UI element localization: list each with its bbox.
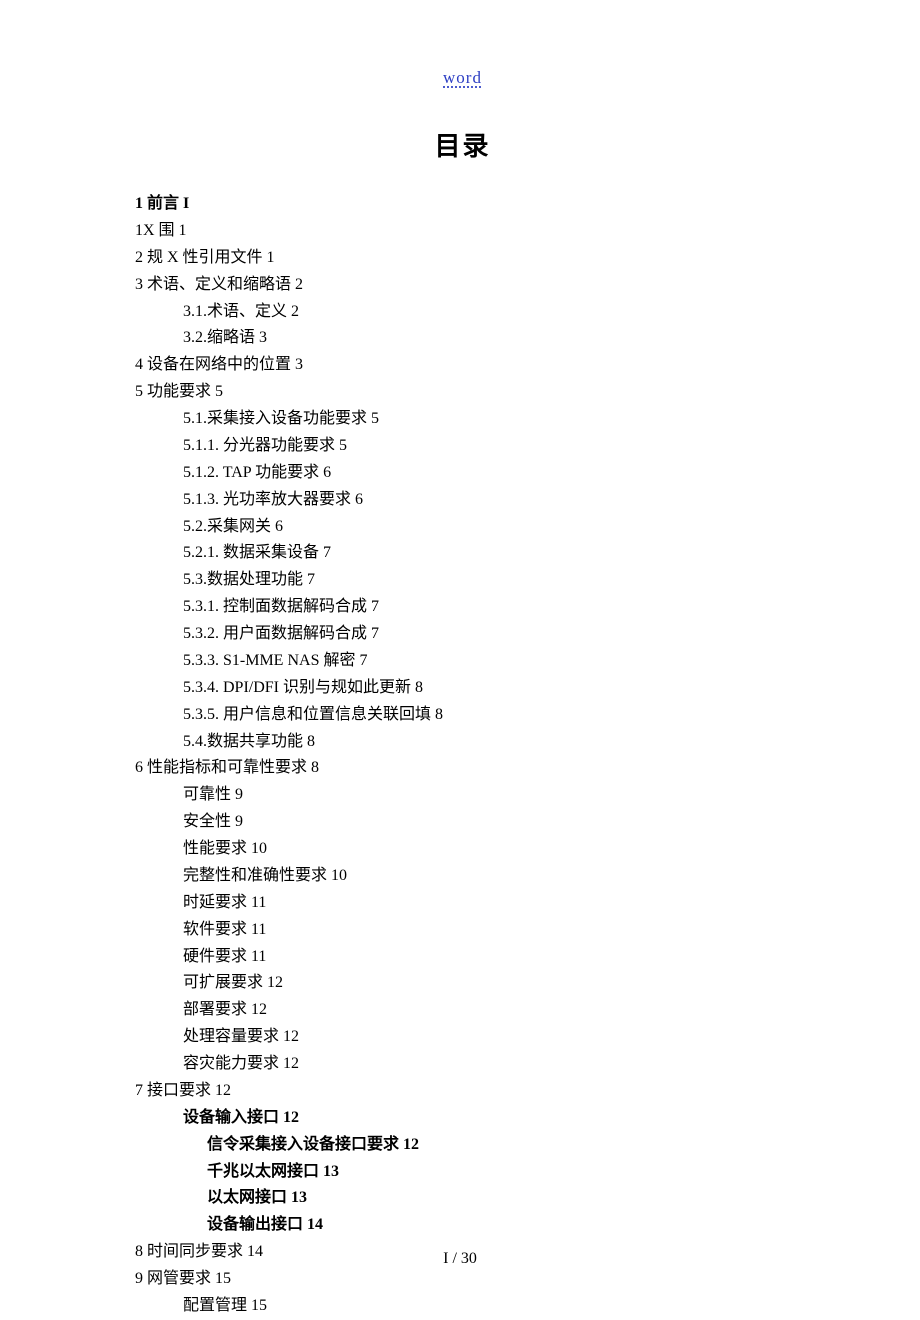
toc-entry[interactable]: 7 接口要求 12 (135, 1078, 790, 1105)
toc-entry[interactable]: 5.1.1. 分光器功能要求 5 (135, 433, 790, 460)
toc-entry[interactable]: 3.1.术语、定义 2 (135, 299, 790, 326)
toc-entry[interactable]: 设备输入接口 12 (135, 1105, 790, 1132)
toc-entry[interactable]: 5.2.采集网关 6 (135, 514, 790, 541)
toc-entry[interactable]: 5.3.4. DPI/DFI 识别与规如此更新 8 (135, 675, 790, 702)
toc-entry[interactable]: 设备输出接口 14 (135, 1212, 790, 1239)
toc-entry[interactable]: 1X 围 1 (135, 218, 790, 245)
toc-entry[interactable]: 5.4.数据共享功能 8 (135, 729, 790, 756)
toc-entry[interactable]: 处理容量要求 12 (135, 1024, 790, 1051)
toc-entry[interactable]: 3.2.缩略语 3 (135, 325, 790, 352)
toc-entry[interactable]: 千兆以太网接口 13 (135, 1159, 790, 1186)
toc-entry[interactable]: 6 性能指标和可靠性要求 8 (135, 755, 790, 782)
toc-entry[interactable]: 5.3.1. 控制面数据解码合成 7 (135, 594, 790, 621)
toc-entry[interactable]: 可靠性 9 (135, 782, 790, 809)
toc-entry[interactable]: 信令采集接入设备接口要求 12 (135, 1132, 790, 1159)
toc-entry[interactable]: 容灾能力要求 12 (135, 1051, 790, 1078)
toc-entry[interactable]: 5.1.2. TAP 功能要求 6 (135, 460, 790, 487)
toc-entry[interactable]: 5.2.1. 数据采集设备 7 (135, 540, 790, 567)
toc-entry[interactable]: 9 网管要求 15 (135, 1266, 790, 1293)
toc-entry[interactable]: 部署要求 12 (135, 997, 790, 1024)
toc-entry[interactable]: 软件要求 11 (135, 917, 790, 944)
toc-entry[interactable]: 5.1.采集接入设备功能要求 5 (135, 406, 790, 433)
toc-entry[interactable]: 安全性 9 (135, 809, 790, 836)
table-of-contents: 1 前言 I1X 围 12 规 X 性引用文件 13 术语、定义和缩略语 23.… (135, 191, 790, 1320)
toc-entry[interactable]: 1 前言 I (135, 191, 790, 218)
toc-entry[interactable]: 5 功能要求 5 (135, 379, 790, 406)
toc-entry[interactable]: 以太网接口 13 (135, 1185, 790, 1212)
header-word-label: word (135, 68, 790, 88)
toc-entry[interactable]: 配置管理 15 (135, 1293, 790, 1320)
document-title: 目录 (135, 126, 790, 163)
toc-entry[interactable]: 5.3.3. S1-MME NAS 解密 7 (135, 648, 790, 675)
toc-entry[interactable]: 5.3.5. 用户信息和位置信息关联回填 8 (135, 702, 790, 729)
toc-entry[interactable]: 4 设备在网络中的位置 3 (135, 352, 790, 379)
toc-entry[interactable]: 完整性和准确性要求 10 (135, 863, 790, 890)
toc-entry[interactable]: 5.3.2. 用户面数据解码合成 7 (135, 621, 790, 648)
page-container: word 目录 1 前言 I1X 围 12 规 X 性引用文件 13 术语、定义… (0, 0, 920, 1320)
toc-entry[interactable]: 时延要求 11 (135, 890, 790, 917)
toc-entry[interactable]: 硬件要求 11 (135, 944, 790, 971)
page-number: I / 30 (0, 1250, 920, 1268)
toc-entry[interactable]: 5.3.数据处理功能 7 (135, 567, 790, 594)
toc-entry[interactable]: 可扩展要求 12 (135, 970, 790, 997)
toc-entry[interactable]: 5.1.3. 光功率放大器要求 6 (135, 487, 790, 514)
toc-entry[interactable]: 2 规 X 性引用文件 1 (135, 245, 790, 272)
toc-entry[interactable]: 性能要求 10 (135, 836, 790, 863)
toc-entry[interactable]: 3 术语、定义和缩略语 2 (135, 272, 790, 299)
